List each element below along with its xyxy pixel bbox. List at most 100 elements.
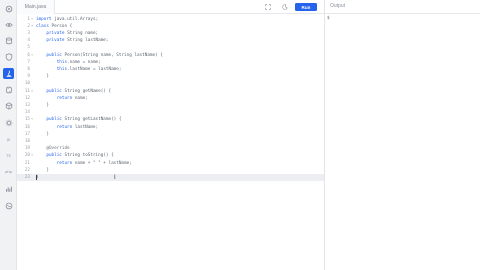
code-text: } <box>36 174 39 180</box>
code-line[interactable]: 9 } <box>17 73 324 80</box>
code-text: private String name; <box>46 30 99 36</box>
code-text: class Person { <box>36 23 73 29</box>
code-line[interactable]: 13 } <box>17 102 324 109</box>
code-line[interactable]: 23} <box>17 173 324 182</box>
line-number: 16 <box>24 124 30 130</box>
line-number: 14 <box>24 110 30 116</box>
code-line[interactable]: 11 ▾ public String getName() { <box>17 88 324 95</box>
code-line[interactable]: 6 ▾ public Person(String name, String las… <box>17 52 324 59</box>
output-title: Output <box>330 3 346 9</box>
fold-toggle-icon[interactable]: ▾ <box>31 88 33 95</box>
shield-icon[interactable] <box>3 51 14 62</box>
chart-icon[interactable] <box>3 183 14 194</box>
code-text: this.name = name; <box>56 59 101 65</box>
code-line[interactable]: 16 return lastName; <box>17 124 324 131</box>
code-text: return lastName; <box>56 124 99 130</box>
code-line[interactable]: 7 this.name = name; <box>17 59 324 66</box>
database-icon[interactable] <box>3 35 14 46</box>
code-text: return name + " " + lastName; <box>56 160 132 166</box>
editor-toolbar <box>17 0 480 14</box>
output-text: $ <box>327 16 330 21</box>
dark-mode-icon[interactable] <box>280 3 289 11</box>
code-line[interactable]: 4 private String lastName; <box>17 37 324 44</box>
php-text: php <box>5 169 12 174</box>
mouse-text-cursor: I <box>114 175 116 181</box>
fullscreen-icon[interactable] <box>263 3 272 11</box>
code-line[interactable]: 8 this.lastName = lastName; <box>17 66 324 73</box>
line-number: 23 <box>24 174 30 180</box>
swift-icon[interactable] <box>3 200 14 211</box>
code-text: return name; <box>56 95 88 101</box>
java-icon[interactable] <box>3 68 14 79</box>
code-line[interactable]: 12 return name; <box>17 95 324 102</box>
line-number: 9 <box>27 74 30 80</box>
line-number: 5 <box>27 45 30 51</box>
code-text: } <box>46 131 49 137</box>
eye-icon[interactable] <box>3 19 14 30</box>
output-pane: $ <box>325 14 480 270</box>
line-number: 17 <box>24 131 30 137</box>
code-editor[interactable]: 1 ▾ import java.util.Arrays; 2 ▾ class Person… <box>17 14 324 270</box>
code-line[interactable]: 1 ▾ import java.util.Arrays; <box>17 16 324 23</box>
file-tab[interactable]: Main.java <box>17 0 55 14</box>
language-sidebar: JS TS php <box>0 0 17 270</box>
line-number: 20 <box>24 153 30 159</box>
run-button[interactable]: Run <box>295 3 317 11</box>
code-text: public String getName() { <box>46 88 112 94</box>
line-number: 7 <box>27 59 30 65</box>
python-icon[interactable] <box>3 84 14 95</box>
code-text: public String toString() { <box>46 153 114 159</box>
fold-toggle-icon[interactable]: ▾ <box>31 152 33 159</box>
code-line[interactable]: 22 } <box>17 167 324 174</box>
line-number: 18 <box>24 138 30 144</box>
logo-icon[interactable] <box>3 3 14 14</box>
php-label[interactable]: php <box>3 167 14 178</box>
line-number: 21 <box>24 160 30 166</box>
fold-toggle-icon[interactable]: ▾ <box>31 23 33 30</box>
code-line[interactable]: 10 <box>17 80 324 87</box>
line-number: 3 <box>27 30 30 36</box>
code-text: public Person(String name, String lastNa… <box>46 52 163 58</box>
line-number: 12 <box>24 95 30 101</box>
line-number: 22 <box>24 167 30 173</box>
line-number: 13 <box>24 102 30 108</box>
js-label[interactable]: JS <box>3 135 14 146</box>
code-text: public String getLastName() { <box>46 117 122 123</box>
line-number: 15 <box>24 117 30 123</box>
code-text: import java.util.Arrays; <box>36 16 99 22</box>
text-caret <box>35 175 37 180</box>
line-number: 1 <box>27 16 30 22</box>
gear-icon[interactable] <box>3 117 14 128</box>
code-text: } <box>46 74 49 80</box>
code-line[interactable]: 3 private String name; <box>17 30 324 37</box>
fold-toggle-icon[interactable]: ▾ <box>31 52 33 59</box>
code-line[interactable]: 20 ▾ public String toString() { <box>17 152 324 159</box>
code-line[interactable]: 18 <box>17 138 324 145</box>
line-number: 4 <box>27 38 30 44</box>
js-text: JS <box>6 137 11 142</box>
code-text: this.lastName = lastName; <box>56 66 122 72</box>
code-line[interactable]: 2 ▾ class Person { <box>17 23 324 30</box>
run-button-label: Run <box>301 4 311 10</box>
line-number: 19 <box>24 146 30 152</box>
code-text: } <box>46 167 49 173</box>
ts-label[interactable]: TS <box>3 151 14 162</box>
code-line[interactable]: 19 @Override <box>17 145 324 152</box>
ts-text: TS <box>6 153 11 158</box>
fold-toggle-icon[interactable]: ▾ <box>31 116 33 123</box>
file-tab-label: Main.java <box>24 4 47 10</box>
line-number: 2 <box>27 23 30 29</box>
code-line[interactable]: 15 ▾ public String getLastName() { <box>17 116 324 123</box>
cube-icon[interactable] <box>3 100 14 111</box>
fold-toggle-icon[interactable]: ▾ <box>31 16 33 23</box>
line-number: 6 <box>27 52 30 58</box>
code-line[interactable]: 14 <box>17 109 324 116</box>
code-text: @Override <box>46 146 70 152</box>
code-line[interactable]: 21 return name + " " + lastName; <box>17 160 324 167</box>
code-line[interactable]: 17 } <box>17 131 324 138</box>
line-number: 11 <box>24 88 30 94</box>
code-text: private String lastName; <box>46 38 109 44</box>
line-number: 10 <box>24 81 30 87</box>
line-number: 8 <box>27 66 30 72</box>
code-line[interactable]: 5 <box>17 44 324 51</box>
